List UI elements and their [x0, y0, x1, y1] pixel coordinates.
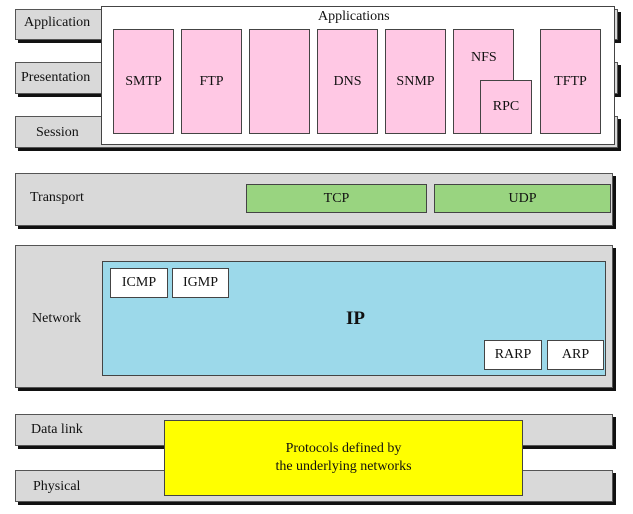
layer-presentation-label: Presentation — [21, 70, 91, 85]
layer-transport-label: Transport — [30, 190, 84, 205]
underlying-line-1: Protocols defined by — [285, 441, 402, 456]
layer-data-link-label: Data link — [31, 422, 83, 437]
protocol-snmp: SNMP — [385, 29, 446, 134]
protocol-igmp: IGMP — [172, 268, 229, 298]
protocol-blank — [249, 29, 310, 134]
applications-title: Applications — [318, 9, 390, 24]
layer-physical-label: Physical — [33, 479, 81, 494]
protocol-arp: ARP — [547, 340, 604, 370]
protocol-icmp: ICMP — [110, 268, 168, 298]
protocol-rpc: RPC — [480, 80, 532, 134]
tcp-ip-protocol-suite-diagram: Application Presentation Session Applica… — [0, 0, 633, 514]
protocol-udp: UDP — [434, 184, 611, 213]
protocol-rarp: RARP — [484, 340, 542, 370]
underlying-line-2: the underlying networks — [275, 459, 412, 474]
protocol-tcp: TCP — [246, 184, 427, 213]
layer-network-label: Network — [32, 311, 81, 326]
protocol-dns: DNS — [317, 29, 378, 134]
protocol-ftp: FTP — [181, 29, 242, 134]
protocol-ip-label: IP — [346, 308, 365, 329]
underlying-networks-box: Protocols defined by the underlying netw… — [164, 420, 523, 496]
layer-session-label: Session — [36, 125, 79, 140]
layer-application-label: Application — [24, 15, 91, 30]
protocol-smtp: SMTP — [113, 29, 174, 134]
protocol-tftp: TFTP — [540, 29, 601, 134]
